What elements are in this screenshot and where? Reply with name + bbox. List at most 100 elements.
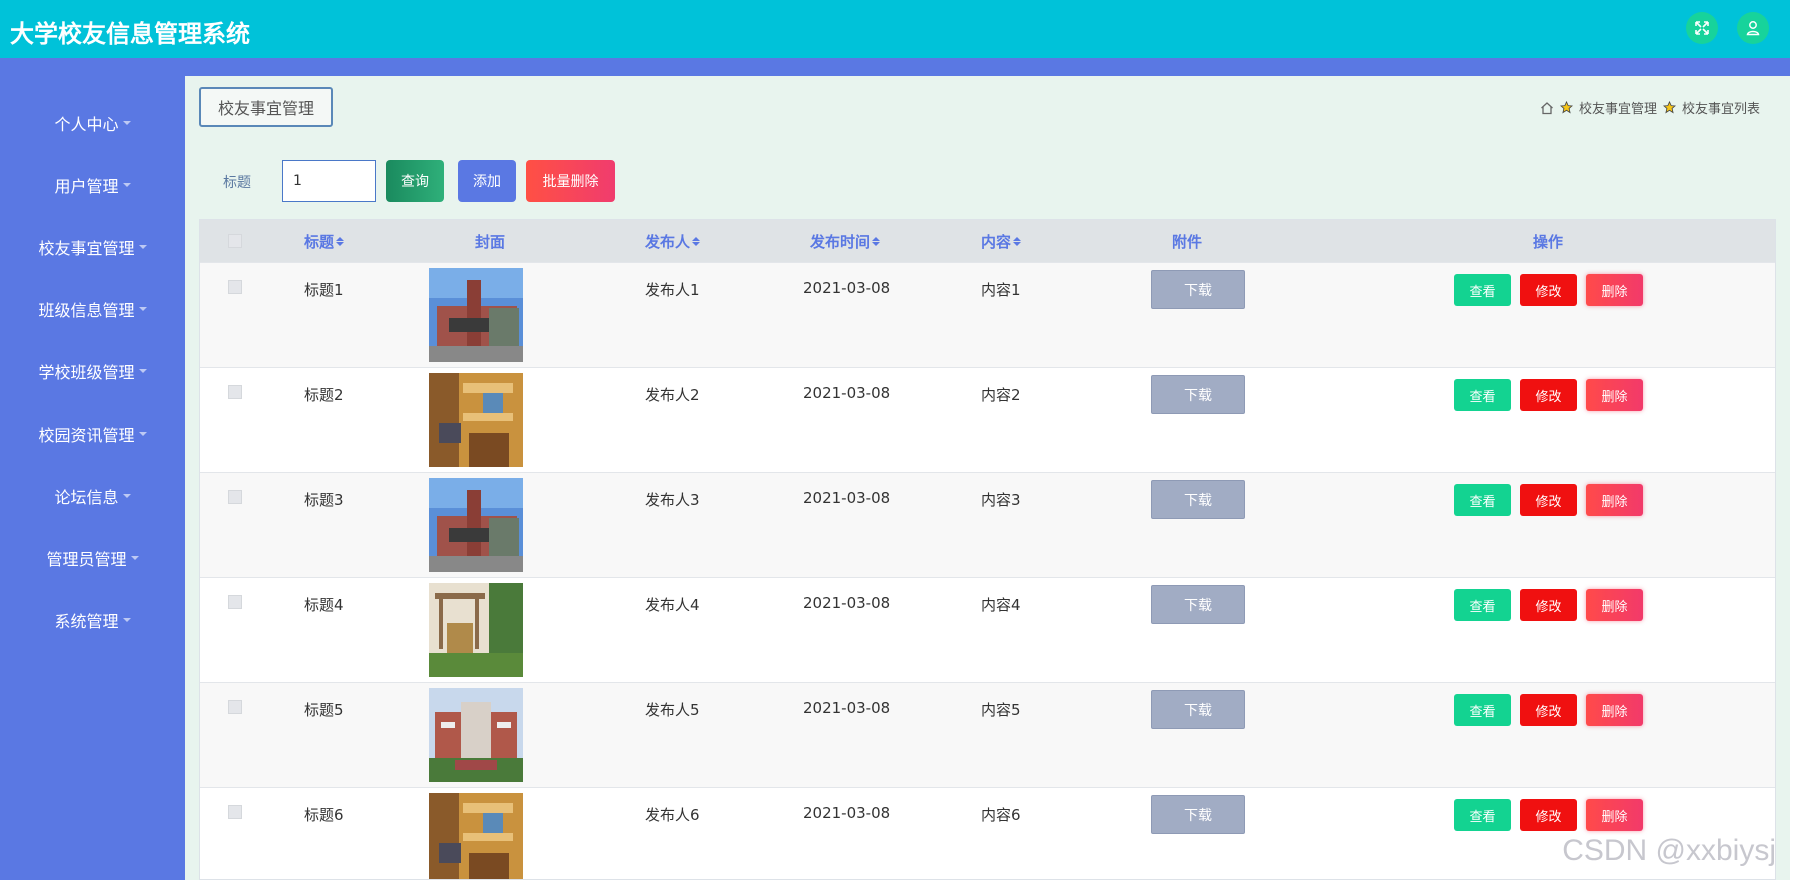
edit-button[interactable]: 修改	[1520, 274, 1577, 306]
column-header-title[interactable]: 标题	[304, 220, 345, 262]
cell-publish-time: 2021-03-08	[803, 279, 891, 297]
chevron-down-icon	[122, 183, 131, 187]
sort-icon	[692, 236, 701, 246]
delete-button[interactable]: 删除	[1586, 694, 1643, 726]
column-header-cover: 封面	[475, 220, 505, 262]
page-scrollbar[interactable]	[1790, 0, 1800, 880]
delete-button[interactable]: 删除	[1586, 484, 1643, 516]
query-button[interactable]: 查询	[386, 160, 444, 202]
sidebar-item-label: 论坛信息	[54, 488, 119, 507]
sidebar-item-class-info[interactable]: 班级信息管理	[0, 289, 185, 329]
sort-icon	[1013, 236, 1022, 246]
cell-publisher: 发布人1	[645, 281, 700, 299]
column-header-label: 内容	[981, 232, 1012, 251]
sidebar-item-alumni-affairs[interactable]: 校友事宜管理	[0, 227, 185, 267]
view-button[interactable]: 查看	[1454, 274, 1511, 306]
chevron-down-icon	[138, 432, 147, 436]
cell-publisher: 发布人6	[645, 806, 700, 824]
download-button[interactable]: 下载	[1151, 795, 1245, 834]
delete-button[interactable]: 删除	[1586, 589, 1643, 621]
sidebar-item-forum[interactable]: 论坛信息	[0, 476, 185, 516]
column-header-label: 发布时间	[810, 232, 871, 251]
row-checkbox[interactable]	[228, 700, 242, 714]
row-checkbox[interactable]	[228, 385, 242, 399]
search-bar: 标题 查询 添加 批量删除	[185, 160, 1790, 204]
edit-button[interactable]: 修改	[1520, 379, 1577, 411]
home-icon	[1541, 101, 1553, 114]
select-all-checkbox[interactable]	[228, 234, 242, 248]
user-menu-button[interactable]	[1737, 12, 1769, 44]
cover-image	[429, 268, 523, 362]
sort-icon	[872, 236, 881, 246]
download-button[interactable]: 下载	[1151, 375, 1245, 414]
sidebar-item-system-management[interactable]: 系统管理	[0, 600, 185, 640]
cover-image	[429, 793, 523, 879]
sidebar-item-personal-center[interactable]: 个人中心	[0, 103, 185, 143]
cell-title: 标题1	[304, 281, 344, 299]
cell-content: 内容2	[981, 386, 1021, 404]
main-content: 校友事宜管理 校友事宜管理 校友事宜列表 标题 查询 添加 批量删除 标题 封面	[185, 76, 1790, 880]
page-tab[interactable]: 校友事宜管理	[199, 87, 333, 127]
column-header-label: 发布人	[645, 232, 691, 251]
view-button[interactable]: 查看	[1454, 484, 1511, 516]
cell-title: 标题4	[304, 596, 344, 614]
header-accent-bar	[0, 58, 1790, 76]
breadcrumb: 校友事宜管理 校友事宜列表	[1540, 98, 1760, 117]
table-row: 标题6 发布人6 2021-03-08 内容6 下载 查看 修改 删除	[200, 787, 1775, 879]
chevron-down-icon	[138, 307, 147, 311]
view-button[interactable]: 查看	[1454, 379, 1511, 411]
user-icon	[1746, 21, 1760, 36]
cell-content: 内容1	[981, 281, 1021, 299]
chevron-down-icon	[122, 494, 131, 498]
download-button[interactable]: 下载	[1151, 270, 1245, 309]
cell-publish-time: 2021-03-08	[803, 384, 891, 402]
column-header-content[interactable]: 内容	[981, 220, 1022, 262]
cell-content: 内容5	[981, 701, 1021, 719]
title-search-input[interactable]	[282, 160, 376, 202]
column-header-label: 附件	[1172, 232, 1203, 251]
column-header-label: 封面	[475, 232, 506, 251]
row-checkbox[interactable]	[228, 595, 242, 609]
column-header-publish-time[interactable]: 发布时间	[810, 220, 881, 262]
delete-button[interactable]: 删除	[1586, 799, 1643, 831]
sidebar-item-campus-news[interactable]: 校园资讯管理	[0, 414, 185, 454]
sidebar-item-label: 校友事宜管理	[38, 239, 135, 258]
sidebar: 个人中心 用户管理 校友事宜管理 班级信息管理 学校班级管理 校园资讯管理 论坛…	[0, 76, 185, 880]
edit-button[interactable]: 修改	[1520, 799, 1577, 831]
download-button[interactable]: 下载	[1151, 480, 1245, 519]
view-button[interactable]: 查看	[1454, 799, 1511, 831]
cell-title: 标题6	[304, 806, 344, 824]
star-icon	[1559, 101, 1573, 114]
table-row: 标题4 发布人4 2021-03-08 内容4 下载 查看 修改 删除	[200, 577, 1775, 682]
cell-content: 内容6	[981, 806, 1021, 824]
sidebar-item-label: 个人中心	[54, 115, 119, 134]
column-header-publisher[interactable]: 发布人	[645, 220, 701, 262]
row-checkbox[interactable]	[228, 280, 242, 294]
row-checkbox[interactable]	[228, 490, 242, 504]
edit-button[interactable]: 修改	[1520, 694, 1577, 726]
fullscreen-button[interactable]	[1686, 12, 1718, 44]
download-button[interactable]: 下载	[1151, 690, 1245, 729]
add-button[interactable]: 添加	[458, 160, 516, 202]
download-button[interactable]: 下载	[1151, 585, 1245, 624]
delete-button[interactable]: 删除	[1586, 274, 1643, 306]
sidebar-item-school-class[interactable]: 学校班级管理	[0, 351, 185, 391]
edit-button[interactable]: 修改	[1520, 484, 1577, 516]
edit-button[interactable]: 修改	[1520, 589, 1577, 621]
batch-delete-button[interactable]: 批量删除	[526, 160, 615, 202]
delete-button[interactable]: 删除	[1586, 379, 1643, 411]
row-checkbox[interactable]	[228, 805, 242, 819]
sidebar-item-admin-management[interactable]: 管理员管理	[0, 538, 185, 578]
sidebar-item-label: 班级信息管理	[38, 301, 135, 320]
sidebar-item-user-management[interactable]: 用户管理	[0, 165, 185, 205]
sidebar-item-label: 管理员管理	[46, 550, 127, 569]
cell-publish-time: 2021-03-08	[803, 699, 891, 717]
table-row: 标题5 发布人5 2021-03-08 内容5 下载 查看 修改 删除	[200, 682, 1775, 787]
breadcrumb-item[interactable]: 校友事宜管理	[1579, 98, 1657, 117]
view-button[interactable]: 查看	[1454, 589, 1511, 621]
watermark: CSDN @xxbiysj	[1562, 834, 1776, 867]
star-icon	[1662, 101, 1676, 114]
view-button[interactable]: 查看	[1454, 694, 1511, 726]
chevron-down-icon	[138, 245, 147, 249]
cell-publisher: 发布人3	[645, 491, 700, 509]
